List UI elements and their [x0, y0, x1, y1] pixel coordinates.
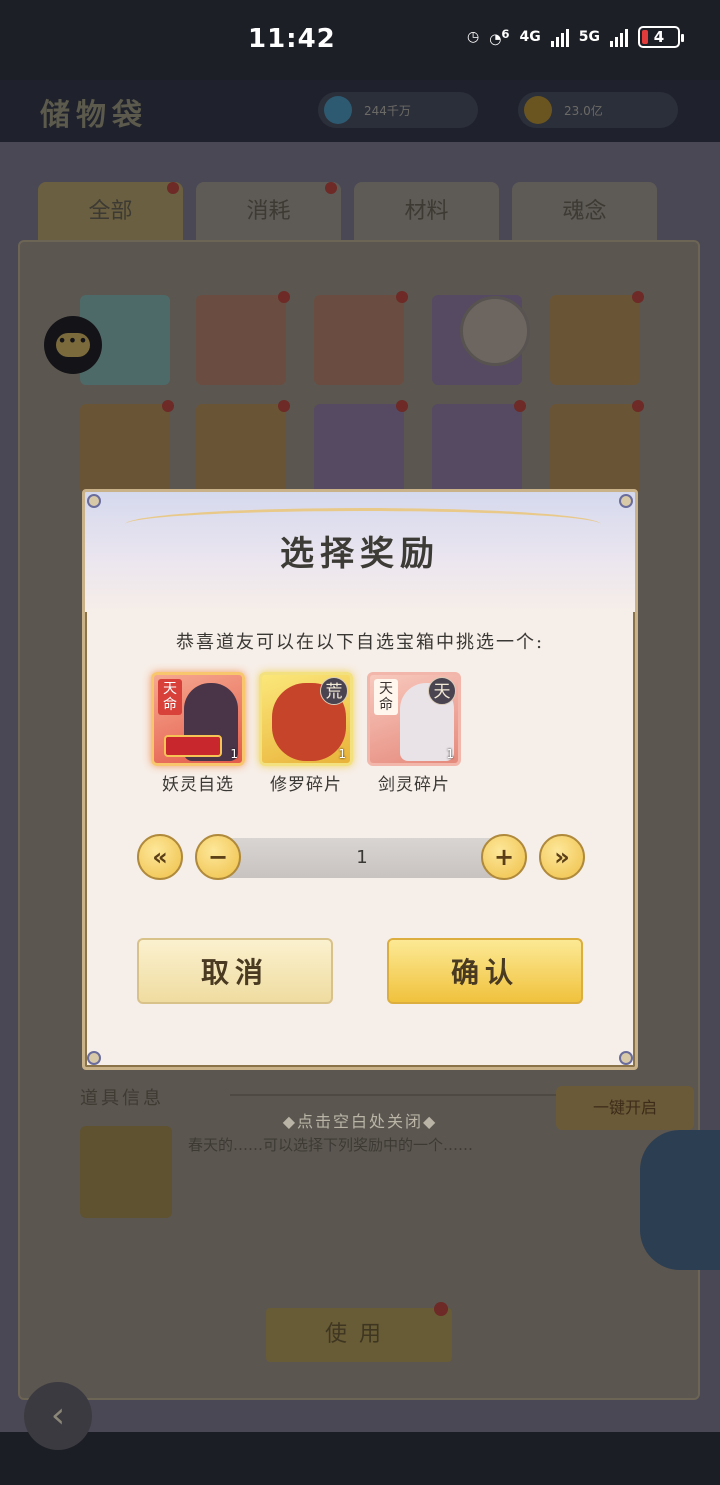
red-dot-badge: [632, 400, 644, 412]
select-reward-dialog: 选择奖励 恭喜道友可以在以下自选宝箱中挑选一个: 天命 1 妖灵自选 荒 1 修…: [82, 489, 638, 1070]
min-quantity-button[interactable]: «: [137, 834, 183, 880]
max-quantity-button[interactable]: »: [539, 834, 585, 880]
inventory-item[interactable]: [196, 291, 290, 385]
rank-badge: 天: [428, 677, 456, 705]
corner-ornament-icon: [87, 494, 101, 508]
reward-qty: 1: [338, 747, 346, 761]
reward-label: 修罗碎片: [270, 775, 342, 795]
item-info-icon: [80, 1126, 172, 1218]
reward-tag: 天命: [374, 679, 398, 715]
wifi-icon: ◔6: [489, 26, 510, 48]
reward-qty: 1: [230, 747, 238, 761]
red-dot-badge: [514, 400, 526, 412]
status-time: 11:42: [248, 24, 336, 54]
inventory-item[interactable]: [550, 291, 644, 385]
red-dot-badge: [396, 400, 408, 412]
plus-icon: +: [493, 843, 515, 871]
rank-badge: 荒: [320, 677, 348, 705]
item-info-title: 道具信息: [80, 1088, 164, 1109]
quantity-stepper: 1 « − + »: [137, 834, 587, 882]
reward-card[interactable]: 天命 1: [151, 672, 245, 766]
tab-soul-label: 魂念: [562, 199, 607, 224]
red-dot-badge: [278, 400, 290, 412]
double-chevron-right-icon: »: [554, 843, 570, 871]
reward-option-jianling[interactable]: 天命 天 1 剑灵碎片: [367, 672, 461, 795]
reward-option-yaoling[interactable]: 天命 1 妖灵自选: [151, 672, 245, 795]
red-dot-badge: [278, 291, 290, 303]
lightning-icon: [524, 96, 552, 124]
tab-all-label: 全部: [88, 199, 133, 224]
corner-ornament-icon: [619, 494, 633, 508]
quantity-value: 1: [356, 847, 368, 868]
reward-card[interactable]: 荒 1: [259, 672, 353, 766]
tab-consume[interactable]: 消耗: [196, 182, 341, 242]
chat-button[interactable]: •••: [44, 316, 102, 374]
use-button[interactable]: 使用: [266, 1302, 452, 1362]
page-title: 储物袋: [40, 98, 148, 133]
signal-icon-1: [550, 27, 569, 47]
reward-tag: 天命: [158, 679, 182, 715]
inventory-item[interactable]: [314, 400, 408, 494]
tab-consume-label: 消耗: [246, 199, 291, 224]
avatar[interactable]: [460, 296, 530, 366]
resource-counter-2[interactable]: 23.0亿: [518, 92, 678, 128]
crystal-icon: [324, 96, 352, 124]
close-hint[interactable]: ◆点击空白处关闭◆: [0, 1108, 720, 1132]
item-info-text: 春天的……可以选择下列奖励中的一个……: [188, 1136, 474, 1154]
reward-label: 妖灵自选: [162, 775, 234, 795]
net-5g-label: 5G: [578, 29, 600, 45]
resource-value-2: 23.0亿: [564, 103, 603, 118]
double-chevron-left-icon: «: [152, 843, 168, 871]
corner-ornament-icon: [87, 1051, 101, 1065]
red-dot-badge: [632, 291, 644, 303]
status-icons: ◷ ◔6 4G 5G 4: [466, 26, 684, 48]
minus-icon: −: [207, 843, 229, 871]
tab-all[interactable]: 全部: [38, 182, 183, 242]
red-dot-badge: [434, 1302, 448, 1316]
net-4g-label: 4G: [519, 29, 541, 45]
red-dot-badge: [162, 400, 174, 412]
status-bar: 11:42 ◷ ◔6 4G 5G 4: [0, 0, 720, 80]
resource-counter-1[interactable]: 244千万: [318, 92, 478, 128]
chest-icon: [164, 735, 222, 757]
tab-material-label: 材料: [404, 199, 449, 224]
speed-icon: ◷: [466, 29, 480, 45]
battery-icon: 4: [638, 26, 684, 48]
dialog-title: 选择奖励: [280, 534, 440, 574]
inventory-item[interactable]: [196, 400, 290, 494]
inventory-item[interactable]: [550, 400, 644, 494]
mascot-image: [640, 1130, 720, 1270]
inventory-item[interactable]: [80, 400, 174, 494]
game-header: 储物袋 244千万 23.0亿: [0, 80, 720, 142]
increase-button[interactable]: +: [481, 834, 527, 880]
bottom-bar: [0, 1432, 720, 1485]
confirm-button[interactable]: 确认: [387, 938, 583, 1004]
reward-label: 剑灵碎片: [378, 775, 450, 795]
signal-icon-2: [610, 27, 628, 47]
cancel-button[interactable]: 取消: [137, 938, 333, 1004]
inventory-item[interactable]: [432, 400, 526, 494]
battery-level: 4: [653, 28, 665, 46]
decrease-button[interactable]: −: [195, 834, 241, 880]
back-button[interactable]: ‹: [24, 1382, 92, 1450]
use-button-label: 使用: [324, 1322, 393, 1347]
inventory-item[interactable]: [314, 291, 408, 385]
dialog-prompt: 恭喜道友可以在以下自选宝箱中挑选一个:: [175, 632, 545, 653]
reward-option-xiuluo[interactable]: 荒 1 修罗碎片: [259, 672, 353, 795]
reward-card[interactable]: 天命 天 1: [367, 672, 461, 766]
wifi-badge: 6: [501, 26, 510, 41]
tab-soul[interactable]: 魂念: [512, 182, 657, 242]
resource-value-1: 244千万: [364, 103, 411, 118]
corner-ornament-icon: [619, 1051, 633, 1065]
red-dot-badge: [167, 182, 179, 194]
red-dot-badge: [325, 182, 337, 194]
chat-icon: •••: [56, 333, 90, 357]
reward-qty: 1: [446, 747, 454, 761]
red-dot-badge: [396, 291, 408, 303]
back-arrow-icon: ‹: [50, 1395, 66, 1436]
tab-material[interactable]: 材料: [354, 182, 499, 242]
